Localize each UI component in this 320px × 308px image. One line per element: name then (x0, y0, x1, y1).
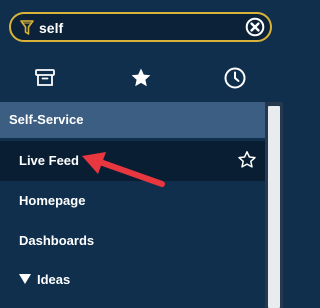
list-item-live-feed[interactable]: Live Feed (0, 141, 265, 181)
favorite-star-icon[interactable] (237, 150, 257, 170)
list-item-label: Ideas (37, 272, 71, 287)
list-item-homepage[interactable]: Homepage (0, 181, 265, 221)
search-box[interactable] (9, 12, 272, 42)
clock-icon[interactable] (223, 66, 247, 90)
scrollbar[interactable] (265, 102, 283, 308)
list-item-label: Dashboards (19, 233, 95, 248)
list-item-ideas[interactable]: Ideas (0, 260, 265, 300)
archive-box-icon[interactable] (33, 66, 57, 90)
list-item-label: Live Feed (19, 153, 79, 168)
search-area (0, 0, 283, 54)
section-label: Self-Service (9, 112, 84, 127)
star-icon[interactable] (129, 66, 153, 90)
filter-funnel-icon[interactable] (20, 20, 34, 36)
list-item-dashboards[interactable]: Dashboards (0, 221, 265, 261)
section-header[interactable]: Self-Service (0, 102, 265, 138)
menu-list: Self-Service Live Feed Homepage Dashboar… (0, 102, 265, 308)
search-input[interactable] (39, 18, 219, 38)
scrollbar-thumb[interactable] (268, 106, 280, 308)
list-item-label: Homepage (19, 193, 86, 208)
clear-circle-x-icon[interactable] (245, 17, 265, 37)
caret-down-icon[interactable] (19, 274, 31, 284)
nav-tabs (0, 54, 283, 102)
